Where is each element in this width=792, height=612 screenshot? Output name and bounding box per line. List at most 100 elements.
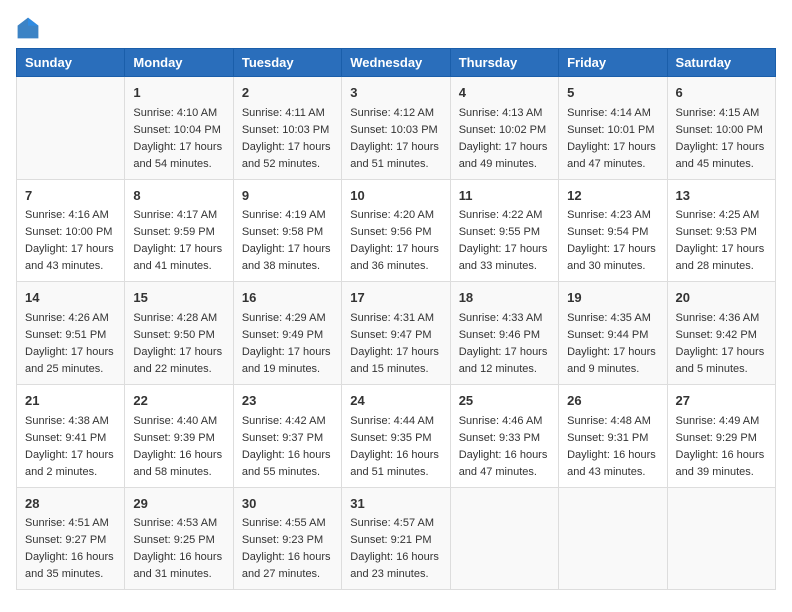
cell-content: Sunrise: 4:11 AM Sunset: 10:03 PM Daylig… [242,105,333,173]
calendar-cell: 27Sunrise: 4:49 AM Sunset: 9:29 PM Dayli… [667,385,775,488]
day-number: 17 [350,288,441,308]
header-row: SundayMondayTuesdayWednesdayThursdayFrid… [17,49,776,77]
day-number: 28 [25,494,116,514]
day-number: 4 [459,83,550,103]
day-number: 15 [133,288,224,308]
cell-content: Sunrise: 4:31 AM Sunset: 9:47 PM Dayligh… [350,310,441,378]
calendar-cell: 9Sunrise: 4:19 AM Sunset: 9:58 PM Daylig… [233,179,341,282]
calendar-cell: 13Sunrise: 4:25 AM Sunset: 9:53 PM Dayli… [667,179,775,282]
day-number: 10 [350,186,441,206]
calendar-cell: 23Sunrise: 4:42 AM Sunset: 9:37 PM Dayli… [233,385,341,488]
calendar-cell [559,487,667,590]
day-number: 11 [459,186,550,206]
calendar-cell [450,487,558,590]
day-number: 9 [242,186,333,206]
column-header-friday: Friday [559,49,667,77]
calendar-cell: 29Sunrise: 4:53 AM Sunset: 9:25 PM Dayli… [125,487,233,590]
day-number: 27 [676,391,767,411]
calendar-cell: 26Sunrise: 4:48 AM Sunset: 9:31 PM Dayli… [559,385,667,488]
calendar-cell: 14Sunrise: 4:26 AM Sunset: 9:51 PM Dayli… [17,282,125,385]
cell-content: Sunrise: 4:20 AM Sunset: 9:56 PM Dayligh… [350,207,441,275]
cell-content: Sunrise: 4:19 AM Sunset: 9:58 PM Dayligh… [242,207,333,275]
day-number: 30 [242,494,333,514]
calendar-cell: 19Sunrise: 4:35 AM Sunset: 9:44 PM Dayli… [559,282,667,385]
week-row-3: 14Sunrise: 4:26 AM Sunset: 9:51 PM Dayli… [17,282,776,385]
calendar-cell: 15Sunrise: 4:28 AM Sunset: 9:50 PM Dayli… [125,282,233,385]
week-row-5: 28Sunrise: 4:51 AM Sunset: 9:27 PM Dayli… [17,487,776,590]
calendar-cell: 17Sunrise: 4:31 AM Sunset: 9:47 PM Dayli… [342,282,450,385]
day-number: 22 [133,391,224,411]
calendar-cell: 10Sunrise: 4:20 AM Sunset: 9:56 PM Dayli… [342,179,450,282]
calendar-cell: 6Sunrise: 4:15 AM Sunset: 10:00 PM Dayli… [667,77,775,180]
day-number: 16 [242,288,333,308]
calendar-cell: 28Sunrise: 4:51 AM Sunset: 9:27 PM Dayli… [17,487,125,590]
day-number: 6 [676,83,767,103]
cell-content: Sunrise: 4:28 AM Sunset: 9:50 PM Dayligh… [133,310,224,378]
day-number: 2 [242,83,333,103]
column-header-monday: Monday [125,49,233,77]
day-number: 14 [25,288,116,308]
cell-content: Sunrise: 4:55 AM Sunset: 9:23 PM Dayligh… [242,515,333,583]
cell-content: Sunrise: 4:36 AM Sunset: 9:42 PM Dayligh… [676,310,767,378]
cell-content: Sunrise: 4:33 AM Sunset: 9:46 PM Dayligh… [459,310,550,378]
cell-content: Sunrise: 4:48 AM Sunset: 9:31 PM Dayligh… [567,413,658,481]
cell-content: Sunrise: 4:57 AM Sunset: 9:21 PM Dayligh… [350,515,441,583]
day-number: 24 [350,391,441,411]
day-number: 21 [25,391,116,411]
day-number: 29 [133,494,224,514]
column-header-saturday: Saturday [667,49,775,77]
cell-content: Sunrise: 4:26 AM Sunset: 9:51 PM Dayligh… [25,310,116,378]
cell-content: Sunrise: 4:15 AM Sunset: 10:00 PM Daylig… [676,105,767,173]
calendar-cell [17,77,125,180]
day-number: 31 [350,494,441,514]
cell-content: Sunrise: 4:51 AM Sunset: 9:27 PM Dayligh… [25,515,116,583]
cell-content: Sunrise: 4:46 AM Sunset: 9:33 PM Dayligh… [459,413,550,481]
cell-content: Sunrise: 4:25 AM Sunset: 9:53 PM Dayligh… [676,207,767,275]
calendar-cell: 12Sunrise: 4:23 AM Sunset: 9:54 PM Dayli… [559,179,667,282]
cell-content: Sunrise: 4:44 AM Sunset: 9:35 PM Dayligh… [350,413,441,481]
calendar-cell: 11Sunrise: 4:22 AM Sunset: 9:55 PM Dayli… [450,179,558,282]
cell-content: Sunrise: 4:17 AM Sunset: 9:59 PM Dayligh… [133,207,224,275]
day-number: 19 [567,288,658,308]
cell-content: Sunrise: 4:53 AM Sunset: 9:25 PM Dayligh… [133,515,224,583]
column-header-thursday: Thursday [450,49,558,77]
calendar-cell: 8Sunrise: 4:17 AM Sunset: 9:59 PM Daylig… [125,179,233,282]
calendar-cell: 7Sunrise: 4:16 AM Sunset: 10:00 PM Dayli… [17,179,125,282]
day-number: 5 [567,83,658,103]
day-number: 26 [567,391,658,411]
day-number: 25 [459,391,550,411]
calendar-cell [667,487,775,590]
column-header-tuesday: Tuesday [233,49,341,77]
cell-content: Sunrise: 4:38 AM Sunset: 9:41 PM Dayligh… [25,413,116,481]
calendar-cell: 3Sunrise: 4:12 AM Sunset: 10:03 PM Dayli… [342,77,450,180]
calendar-cell: 1Sunrise: 4:10 AM Sunset: 10:04 PM Dayli… [125,77,233,180]
day-number: 1 [133,83,224,103]
cell-content: Sunrise: 4:40 AM Sunset: 9:39 PM Dayligh… [133,413,224,481]
week-row-4: 21Sunrise: 4:38 AM Sunset: 9:41 PM Dayli… [17,385,776,488]
day-number: 7 [25,186,116,206]
calendar-table: SundayMondayTuesdayWednesdayThursdayFrid… [16,48,776,590]
column-header-sunday: Sunday [17,49,125,77]
day-number: 20 [676,288,767,308]
day-number: 8 [133,186,224,206]
cell-content: Sunrise: 4:42 AM Sunset: 9:37 PM Dayligh… [242,413,333,481]
cell-content: Sunrise: 4:22 AM Sunset: 9:55 PM Dayligh… [459,207,550,275]
logo [16,16,42,40]
cell-content: Sunrise: 4:10 AM Sunset: 10:04 PM Daylig… [133,105,224,173]
calendar-cell: 20Sunrise: 4:36 AM Sunset: 9:42 PM Dayli… [667,282,775,385]
cell-content: Sunrise: 4:12 AM Sunset: 10:03 PM Daylig… [350,105,441,173]
day-number: 18 [459,288,550,308]
calendar-cell: 25Sunrise: 4:46 AM Sunset: 9:33 PM Dayli… [450,385,558,488]
week-row-1: 1Sunrise: 4:10 AM Sunset: 10:04 PM Dayli… [17,77,776,180]
calendar-cell: 24Sunrise: 4:44 AM Sunset: 9:35 PM Dayli… [342,385,450,488]
day-number: 13 [676,186,767,206]
day-number: 12 [567,186,658,206]
cell-content: Sunrise: 4:29 AM Sunset: 9:49 PM Dayligh… [242,310,333,378]
calendar-cell: 30Sunrise: 4:55 AM Sunset: 9:23 PM Dayli… [233,487,341,590]
header [16,16,776,40]
calendar-cell: 18Sunrise: 4:33 AM Sunset: 9:46 PM Dayli… [450,282,558,385]
calendar-cell: 21Sunrise: 4:38 AM Sunset: 9:41 PM Dayli… [17,385,125,488]
cell-content: Sunrise: 4:49 AM Sunset: 9:29 PM Dayligh… [676,413,767,481]
cell-content: Sunrise: 4:16 AM Sunset: 10:00 PM Daylig… [25,207,116,275]
day-number: 23 [242,391,333,411]
